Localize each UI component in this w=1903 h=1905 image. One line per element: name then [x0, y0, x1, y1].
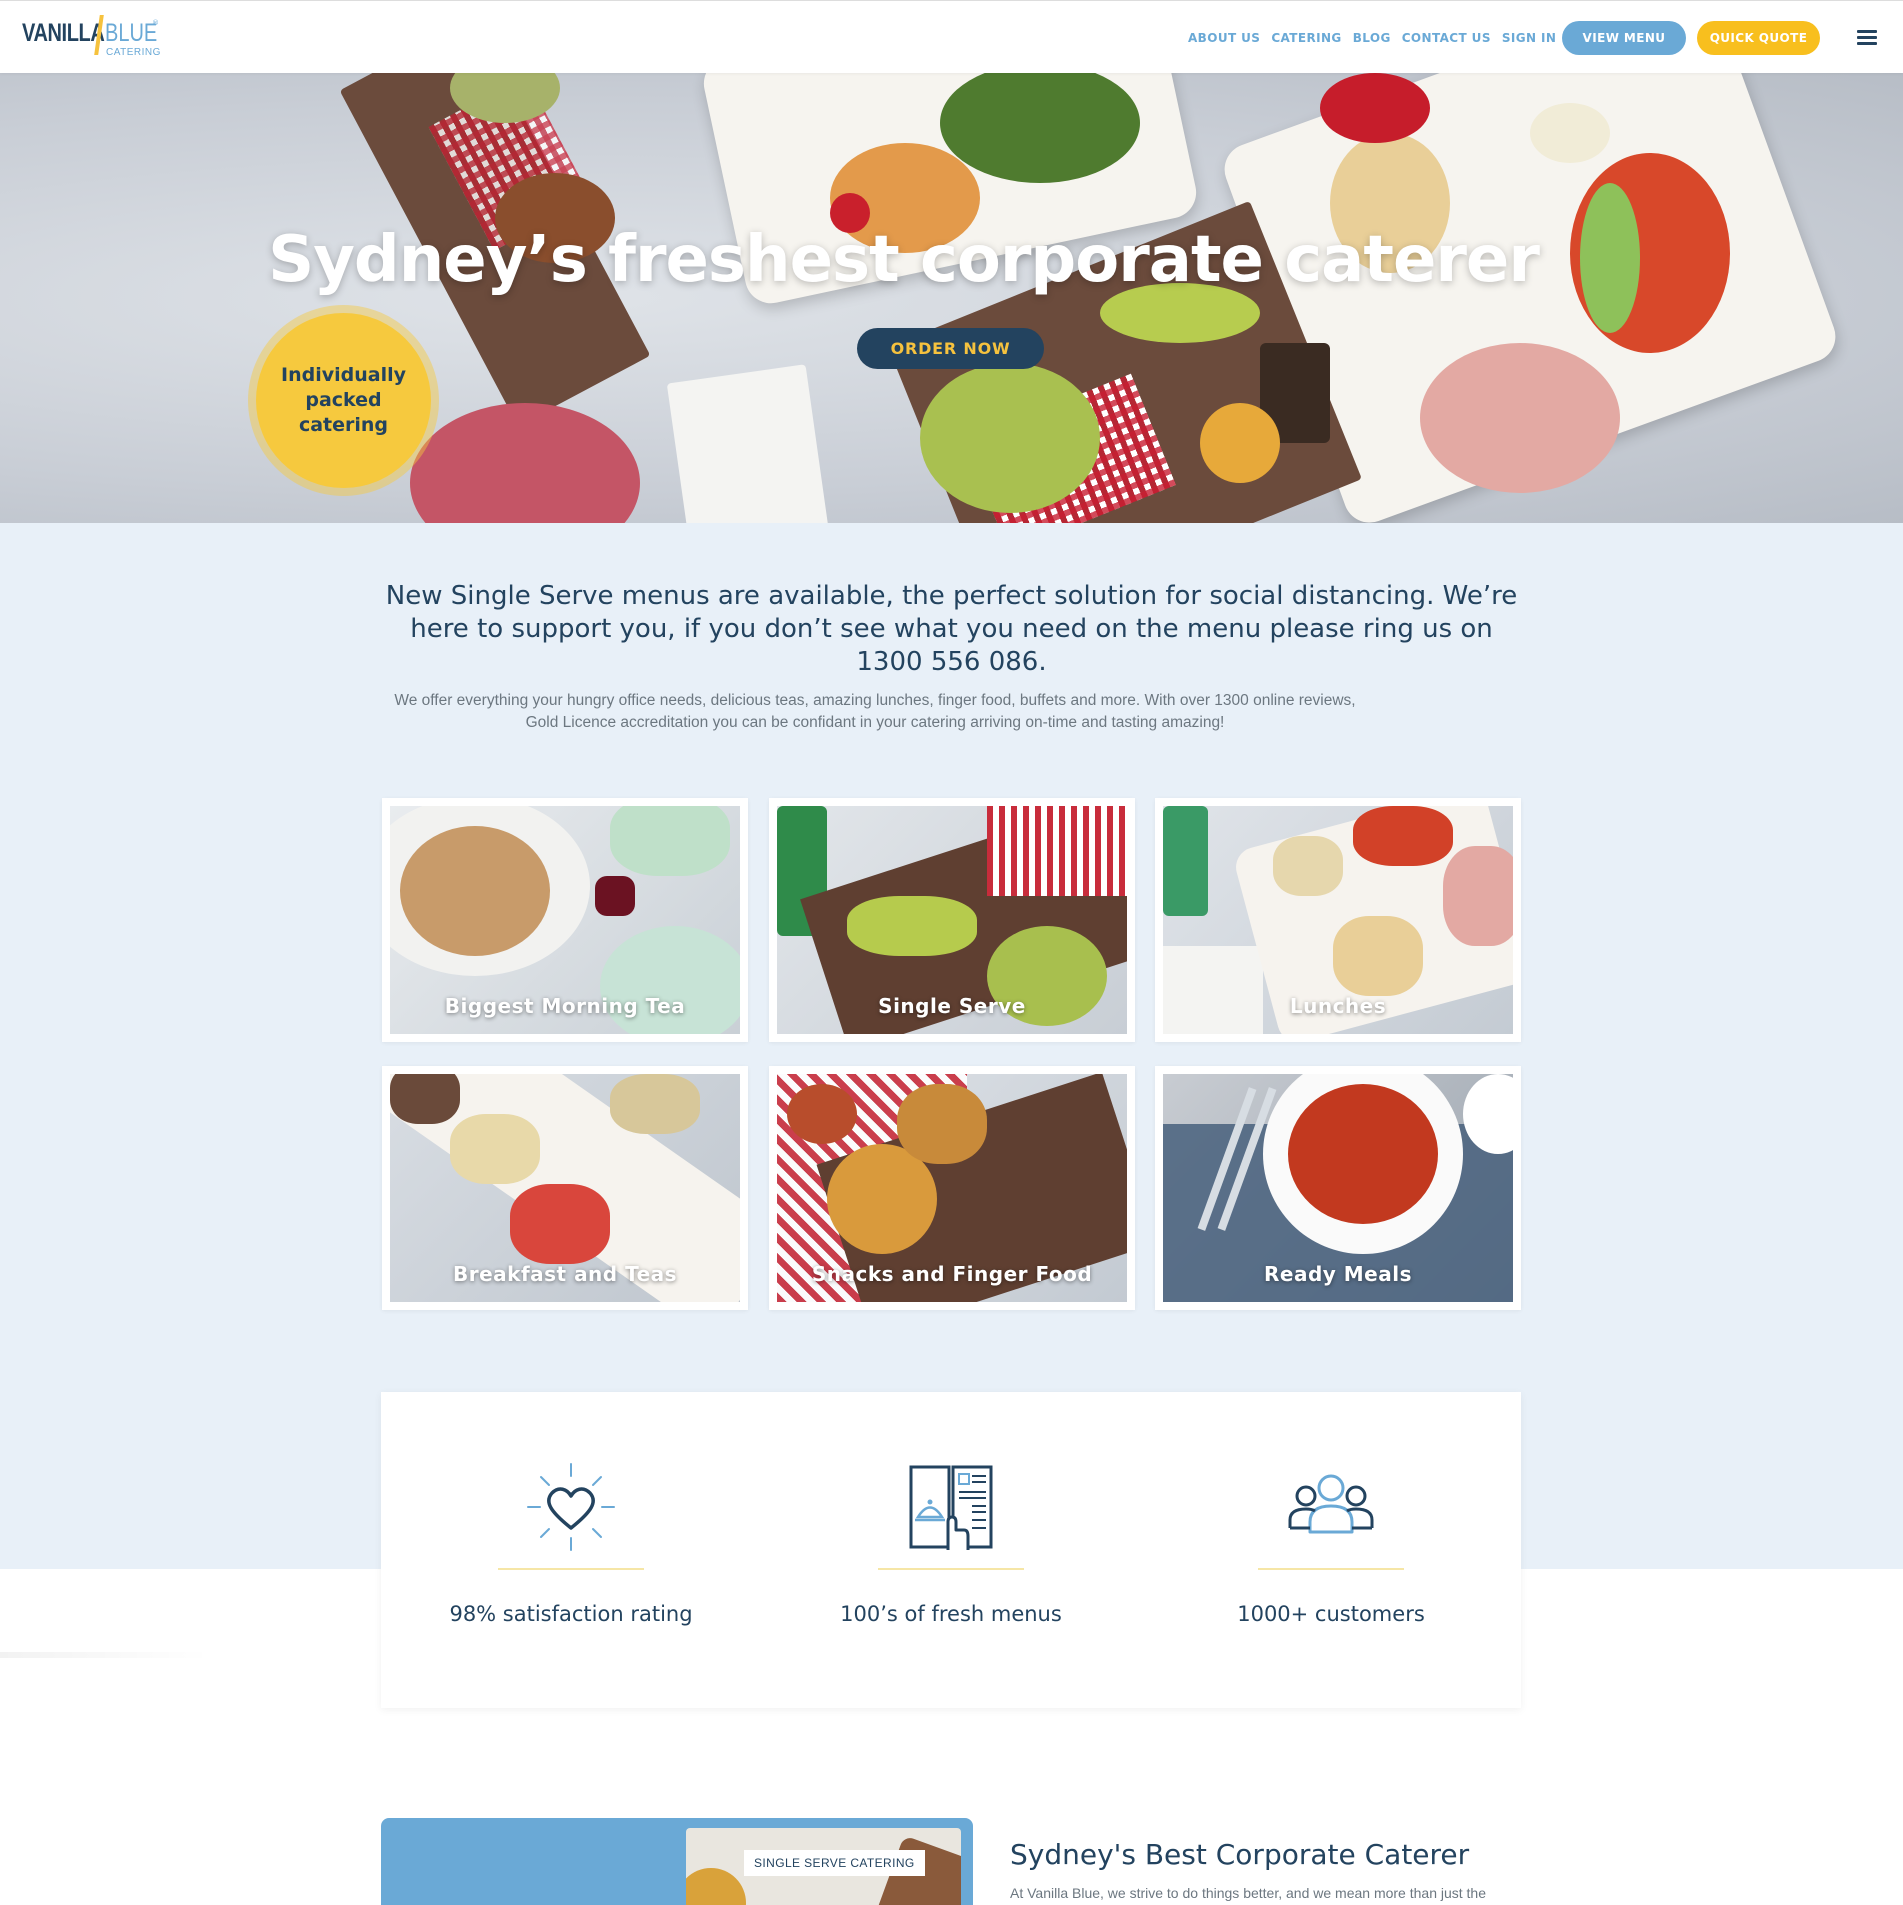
nav-about-us[interactable]: ABOUT US [1188, 31, 1260, 45]
intro-headline: New Single Serve menus are available, th… [385, 581, 1518, 677]
hero-poke-bowl [410, 403, 640, 523]
logo-registered-mark: ® [152, 19, 159, 27]
promo-tag: SINGLE SERVE CATERING [744, 1850, 925, 1876]
category-image: Lunches [1163, 806, 1513, 1034]
hero-cauliflower [1530, 103, 1610, 163]
hamburger-icon[interactable] [1857, 30, 1877, 46]
intro-body: We offer everything your hungry office n… [394, 692, 1356, 731]
main-nav: ABOUT US CATERING BLOG CONTACT US SIGN I… [1188, 31, 1556, 45]
category-card-lunches[interactable]: Lunches [1155, 798, 1521, 1042]
hero-napkin-white [666, 364, 834, 523]
section-title: Sydney's Best Corporate Caterer [1010, 1838, 1470, 1871]
single-serve-promo-card[interactable]: SINGLE SERVE CATERING [381, 1818, 973, 1905]
stat-divider [498, 1568, 644, 1570]
menu-book-icon [909, 1465, 993, 1550]
promo-photo: SINGLE SERVE CATERING [686, 1828, 961, 1905]
heart-icon [527, 1463, 615, 1551]
view-menu-button[interactable]: VIEW MENU [1562, 21, 1686, 55]
stat-label: 100’s of fresh menus [840, 1602, 1062, 1626]
category-card-breakfast-and-teas[interactable]: Breakfast and Teas [382, 1066, 748, 1310]
badge-text: Individually packed catering [281, 364, 406, 436]
nav-sign-in[interactable]: SIGN IN [1502, 31, 1557, 45]
hero-banner: Sydney’s freshest corporate caterer ORDE… [0, 73, 1903, 523]
category-image: Ready Meals [1163, 1074, 1513, 1302]
individually-packed-badge: Individually packed catering [256, 313, 431, 488]
stat-divider [1258, 1568, 1404, 1570]
hero-tart [1200, 403, 1280, 483]
site-header: VANILLA BLUE ® CATERING ABOUT US CATERIN… [0, 0, 1903, 73]
section-body: At Vanilla Blue, we strive to do things … [1010, 1885, 1487, 1901]
category-image: Breakfast and Teas [390, 1074, 740, 1302]
vanilla-blue-logo[interactable]: VANILLA BLUE ® CATERING [22, 15, 160, 58]
stats-panel: 98% satisfaction rating 100’s of fresh m… [381, 1392, 1521, 1708]
customers-icon [1288, 1474, 1374, 1534]
logo-word-vanilla: VANILLA [22, 19, 105, 47]
category-label: Single Serve [878, 994, 1026, 1018]
stat-divider [878, 1568, 1024, 1570]
hero-grapes [920, 363, 1100, 513]
nav-contact-us[interactable]: CONTACT US [1402, 31, 1491, 45]
stat-label: 98% satisfaction rating [449, 1602, 693, 1626]
category-label: Lunches [1289, 994, 1387, 1018]
stat-label: 1000+ customers [1237, 1602, 1425, 1626]
category-card-ready-meals[interactable]: Ready Meals [1155, 1066, 1521, 1310]
category-image: Biggest Morning Tea [390, 806, 740, 1034]
nav-catering[interactable]: CATERING [1271, 31, 1341, 45]
category-label: Breakfast and Teas [452, 1262, 678, 1286]
category-image: Snacks and Finger Food [777, 1074, 1127, 1302]
order-now-button[interactable]: ORDER NOW [857, 328, 1044, 369]
decorative-shadow [0, 1652, 210, 1658]
category-label: Biggest Morning Tea [444, 994, 686, 1018]
logo-word-blue: BLUE [105, 19, 158, 47]
stat-menus: 100’s of fresh menus [761, 1392, 1141, 1708]
hero-strawberries [1320, 73, 1430, 143]
nav-blog[interactable]: BLOG [1353, 31, 1391, 45]
category-card-single-serve[interactable]: Single Serve [769, 798, 1135, 1042]
category-card-biggest-morning-tea[interactable]: Biggest Morning Tea [382, 798, 748, 1042]
stat-satisfaction: 98% satisfaction rating [381, 1392, 761, 1708]
quick-quote-button[interactable]: QUICK QUOTE [1697, 21, 1820, 55]
category-label: Ready Meals [1264, 1262, 1412, 1286]
hero-title: Sydney’s freshest corporate caterer [268, 223, 1540, 297]
category-card-snacks-and-finger-food[interactable]: Snacks and Finger Food [769, 1066, 1135, 1310]
category-label: Snacks and Finger Food [811, 1262, 1093, 1286]
logo-subtitle: CATERING [106, 47, 161, 58]
stat-customers: 1000+ customers [1141, 1392, 1521, 1708]
category-image: Single Serve [777, 806, 1127, 1034]
hero-ham [1420, 343, 1620, 493]
